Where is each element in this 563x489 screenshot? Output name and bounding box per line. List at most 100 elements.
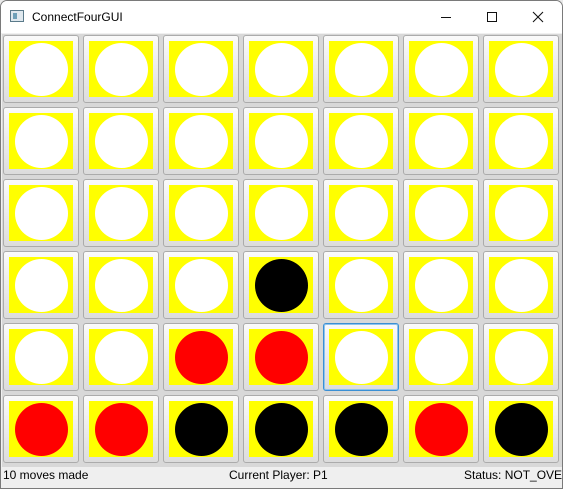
maximize-button[interactable] [469, 1, 515, 33]
empty-slot [415, 187, 468, 240]
board-cell-r4-c1[interactable] [3, 251, 79, 319]
board-cell-r5-c1[interactable] [3, 323, 79, 391]
cell-background [169, 41, 233, 97]
close-button[interactable] [515, 1, 561, 33]
black-disc [255, 403, 308, 456]
cell-background [409, 185, 473, 241]
board-cell-r1-c1[interactable] [3, 35, 79, 103]
board-cell-r6-c3[interactable] [163, 395, 239, 463]
cell-background [489, 401, 553, 457]
board-cell-r6-c6[interactable] [403, 395, 479, 463]
cell-background [489, 257, 553, 313]
game-status-label: Status: NOT_OVER [464, 468, 563, 482]
board-cell-r3-c3[interactable] [163, 179, 239, 247]
board-cell-r2-c3[interactable] [163, 107, 239, 175]
board-cell-r1-c3[interactable] [163, 35, 239, 103]
cell-background [329, 41, 393, 97]
minimize-button[interactable] [423, 1, 469, 33]
cell-background [409, 41, 473, 97]
black-disc [175, 403, 228, 456]
board-cell-r5-c7[interactable] [483, 323, 559, 391]
cell-background [169, 257, 233, 313]
black-disc [335, 403, 388, 456]
cell-background [9, 329, 73, 385]
cell-background [169, 185, 233, 241]
cell-background [329, 257, 393, 313]
empty-slot [15, 115, 68, 168]
board-cell-r6-c5[interactable] [323, 395, 399, 463]
empty-slot [175, 115, 228, 168]
empty-slot [15, 187, 68, 240]
board-cell-r3-c7[interactable] [483, 179, 559, 247]
cell-background [249, 329, 313, 385]
minimize-icon [441, 17, 451, 18]
black-disc [495, 403, 548, 456]
status-bar: 10 moves made Current Player: P1 Status:… [2, 467, 562, 488]
board-cell-r3-c1[interactable] [3, 179, 79, 247]
board-cell-r5-c6[interactable] [403, 323, 479, 391]
board-cell-r4-c6[interactable] [403, 251, 479, 319]
empty-slot [95, 187, 148, 240]
board-cell-r4-c2[interactable] [83, 251, 159, 319]
empty-slot [95, 115, 148, 168]
board-cell-r5-c5[interactable] [323, 323, 399, 391]
board-cell-r2-c5[interactable] [323, 107, 399, 175]
board-cell-r6-c2[interactable] [83, 395, 159, 463]
cell-background [9, 257, 73, 313]
board-cell-r3-c4[interactable] [243, 179, 319, 247]
board-cell-r3-c5[interactable] [323, 179, 399, 247]
empty-slot [495, 187, 548, 240]
board-cell-r1-c2[interactable] [83, 35, 159, 103]
empty-slot [335, 43, 388, 96]
board-cell-r2-c6[interactable] [403, 107, 479, 175]
app-window: ConnectFourGUI 10 moves made Current Pla… [0, 0, 563, 489]
board-cell-r2-c1[interactable] [3, 107, 79, 175]
empty-slot [495, 43, 548, 96]
cell-background [489, 329, 553, 385]
red-disc [175, 331, 228, 384]
empty-slot [415, 331, 468, 384]
empty-slot [335, 187, 388, 240]
empty-slot [255, 43, 308, 96]
board-cell-r4-c4[interactable] [243, 251, 319, 319]
board-cell-r2-c4[interactable] [243, 107, 319, 175]
board-cell-r3-c2[interactable] [83, 179, 159, 247]
cell-background [9, 41, 73, 97]
cell-background [249, 257, 313, 313]
board-cell-r2-c7[interactable] [483, 107, 559, 175]
board-cell-r2-c2[interactable] [83, 107, 159, 175]
cell-background [249, 185, 313, 241]
board-cell-r5-c4[interactable] [243, 323, 319, 391]
board-cell-r5-c2[interactable] [83, 323, 159, 391]
cell-background [489, 113, 553, 169]
empty-slot [15, 43, 68, 96]
cell-background [249, 113, 313, 169]
board-cell-r1-c5[interactable] [323, 35, 399, 103]
board-cell-r6-c1[interactable] [3, 395, 79, 463]
board-cell-r6-c4[interactable] [243, 395, 319, 463]
empty-slot [15, 259, 68, 312]
empty-slot [95, 331, 148, 384]
cell-background [89, 113, 153, 169]
cell-background [249, 41, 313, 97]
board-cell-r1-c6[interactable] [403, 35, 479, 103]
board-cell-r5-c3[interactable] [163, 323, 239, 391]
cell-background [89, 329, 153, 385]
title-bar[interactable]: ConnectFourGUI [1, 1, 562, 33]
empty-slot [495, 331, 548, 384]
board-cell-r1-c7[interactable] [483, 35, 559, 103]
board-cell-r4-c3[interactable] [163, 251, 239, 319]
board-cell-r4-c5[interactable] [323, 251, 399, 319]
cell-background [169, 113, 233, 169]
board-cell-r3-c6[interactable] [403, 179, 479, 247]
app-icon [10, 10, 24, 22]
cell-background [249, 401, 313, 457]
cell-background [489, 185, 553, 241]
board-cell-r6-c7[interactable] [483, 395, 559, 463]
empty-slot [495, 259, 548, 312]
board-cell-r4-c7[interactable] [483, 251, 559, 319]
cell-background [89, 185, 153, 241]
empty-slot [335, 331, 388, 384]
empty-slot [415, 43, 468, 96]
board-cell-r1-c4[interactable] [243, 35, 319, 103]
